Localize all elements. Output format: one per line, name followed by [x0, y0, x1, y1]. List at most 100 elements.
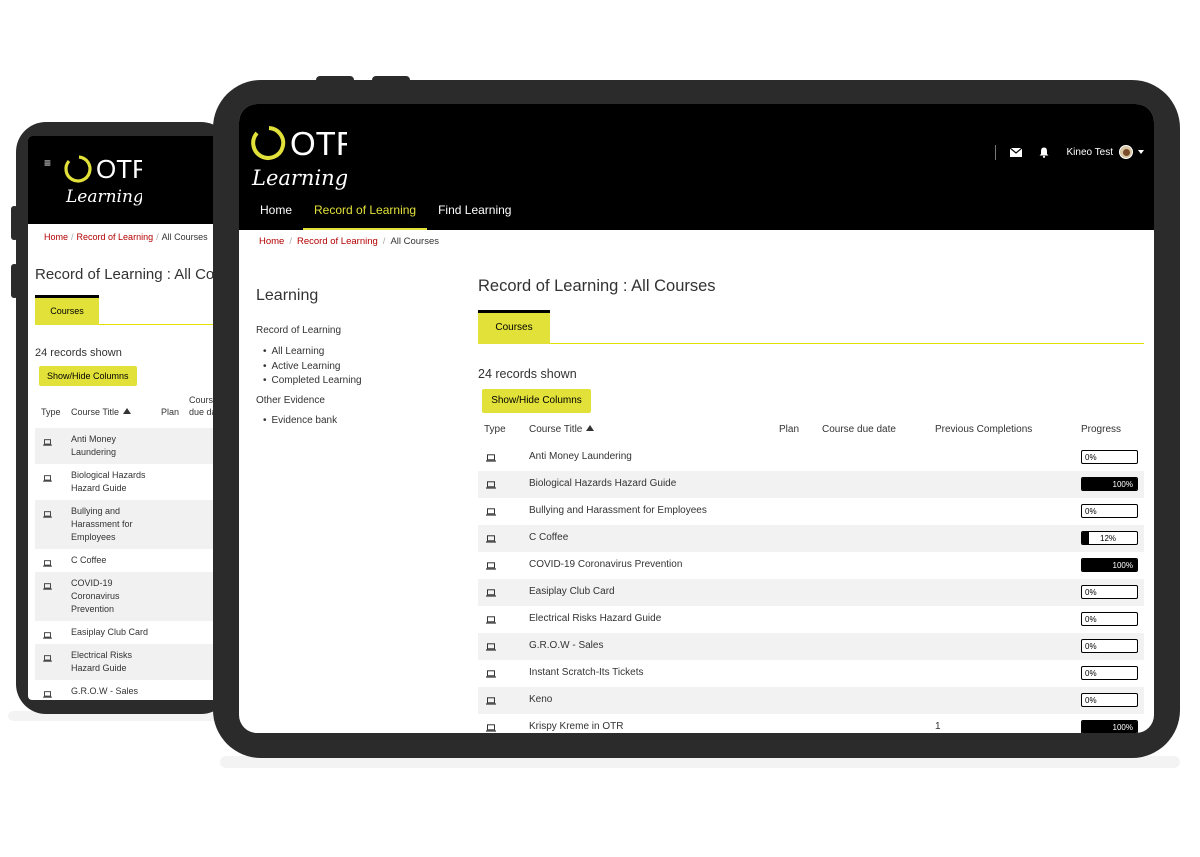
- progress-bar: 0%: [1081, 450, 1138, 464]
- breadcrumb-record-link[interactable]: Record of Learning: [77, 232, 154, 242]
- col-due-date[interactable]: Course: [189, 395, 214, 405]
- logo-ring-icon: [251, 126, 286, 160]
- table-row[interactable]: Electrical Risks Hazard Guide: [35, 644, 214, 680]
- progress-label: 0%: [1085, 453, 1097, 462]
- records-count: 24 records shown: [478, 367, 577, 381]
- laptop-icon: [43, 690, 52, 700]
- table-row[interactable]: COVID-19 Coronavirus Prevention 100%: [478, 552, 1144, 579]
- user-name[interactable]: Kineo Test: [1066, 147, 1113, 158]
- sidebar-section-other-evidence[interactable]: Other Evidence: [256, 395, 325, 406]
- phone-table-body: Anti Money Laundering Biological Hazards Ha…: [35, 428, 214, 700]
- course-title-link[interactable]: Krispy Kreme in OTR: [529, 721, 623, 732]
- table-row[interactable]: Krispy Kreme in OTR 1 100%: [478, 714, 1144, 733]
- course-title-link[interactable]: Electrical Risks Hazard Guide: [529, 613, 661, 624]
- course-title-link[interactable]: Electrical Risks Hazard Guide: [35, 644, 153, 680]
- avatar[interactable]: [1119, 145, 1133, 159]
- tab-courses[interactable]: Courses: [478, 310, 550, 344]
- course-title-link[interactable]: Bullying and Harassment for Employees: [529, 505, 707, 516]
- header-divider: [995, 144, 997, 160]
- site-header: OTR Learning Home Record of Learning Fin…: [239, 104, 1154, 230]
- envelope-icon[interactable]: [1010, 147, 1023, 157]
- course-title-link[interactable]: Easiplay Club Card: [529, 586, 615, 597]
- table-row[interactable]: Bullying and Harassment for Employees 0%: [478, 498, 1144, 525]
- table-row[interactable]: Biological Hazards Hazard Guide 100%: [478, 471, 1144, 498]
- sidebar-item-all-learning[interactable]: All Learning: [263, 346, 325, 357]
- tab-courses[interactable]: Courses: [35, 295, 99, 325]
- table-row[interactable]: Instant Scratch-Its Tickets 0%: [478, 660, 1144, 687]
- sidebar-section-record[interactable]: Record of Learning: [256, 325, 341, 336]
- course-title-link[interactable]: G.R.O.W - Sales: [529, 640, 603, 651]
- course-title-line: C Coffee: [71, 555, 107, 565]
- col-due-date[interactable]: Course due date: [822, 424, 896, 435]
- progress-label: 0%: [1085, 642, 1097, 651]
- nav-home[interactable]: Home: [249, 198, 303, 230]
- table-row[interactable]: COVID-19 Coronavirus Prevention: [35, 572, 214, 621]
- breadcrumb-record-link[interactable]: Record of Learning: [297, 236, 378, 247]
- sidebar-item-completed-learning[interactable]: Completed Learning: [263, 375, 362, 386]
- course-title-line: COVID-19: [71, 578, 113, 588]
- table-row[interactable]: Easiplay Club Card: [35, 621, 214, 644]
- course-title-link[interactable]: Biological Hazards Hazard Guide: [35, 464, 153, 500]
- logo-letters: OTR: [290, 125, 347, 162]
- phone-tabs: Courses: [35, 295, 214, 325]
- sidebar-item-active-learning[interactable]: Active Learning: [263, 361, 341, 372]
- col-course-title[interactable]: Course Title: [529, 424, 595, 435]
- table-row[interactable]: G.R.O.W - Sales: [35, 680, 214, 700]
- col-previous-completions[interactable]: Previous Completions: [935, 424, 1032, 435]
- logo-script: Learning: [65, 187, 142, 207]
- course-title-link[interactable]: Instant Scratch-Its Tickets: [529, 667, 643, 678]
- course-title-link[interactable]: C Coffee: [529, 532, 568, 543]
- course-title-line: Easiplay Club Card: [71, 627, 149, 637]
- table-row[interactable]: Easiplay Club Card 0%: [478, 579, 1144, 606]
- show-hide-columns-button[interactable]: Show/Hide Columns: [39, 366, 137, 386]
- course-title-link[interactable]: Keno: [529, 694, 552, 705]
- breadcrumb-home-link[interactable]: Home: [44, 232, 68, 242]
- col-plan[interactable]: Plan: [161, 407, 179, 417]
- course-title-link[interactable]: Anti Money Laundering: [529, 451, 632, 462]
- breadcrumb-home-link[interactable]: Home: [259, 236, 284, 247]
- course-title-link[interactable]: Easiplay Club Card: [35, 621, 153, 644]
- sidebar-item-evidence-bank[interactable]: Evidence bank: [263, 415, 338, 426]
- phone-breadcrumb: Home / Record of Learning / All Courses: [44, 232, 208, 242]
- col-progress[interactable]: Progress: [1081, 424, 1121, 435]
- course-title-link[interactable]: COVID-19 Coronavirus Prevention: [35, 572, 153, 621]
- course-title-link[interactable]: COVID-19 Coronavirus Prevention: [529, 559, 682, 570]
- nav-find-learning[interactable]: Find Learning: [427, 198, 522, 230]
- table-row[interactable]: G.R.O.W - Sales 0%: [478, 633, 1144, 660]
- site-logo[interactable]: OTR Learning: [247, 116, 360, 201]
- table-row[interactable]: Electrical Risks Hazard Guide 0%: [478, 606, 1144, 633]
- sort-asc-icon: [586, 425, 595, 431]
- col-type[interactable]: Type: [41, 407, 61, 417]
- phone-logo[interactable]: OTR Learning: [62, 148, 151, 215]
- course-title-link[interactable]: Biological Hazards Hazard Guide: [529, 478, 676, 489]
- table-row[interactable]: C Coffee 12%: [478, 525, 1144, 552]
- course-title-link[interactable]: Anti Money Laundering: [35, 428, 153, 464]
- table-row[interactable]: Anti Money Laundering: [35, 428, 214, 464]
- previous-completions: 1: [935, 721, 941, 732]
- hamburger-menu-icon[interactable]: ≡: [44, 156, 51, 170]
- table-row[interactable]: Anti Money Laundering 0%: [478, 444, 1144, 471]
- progress-label: 100%: [1112, 480, 1133, 489]
- progress-bar: 0%: [1081, 612, 1138, 626]
- laptop-icon: [43, 438, 52, 448]
- phone-page-title: Record of Learning : All Cou: [35, 266, 214, 283]
- table-row[interactable]: Keno 0%: [478, 687, 1144, 714]
- nav-record-of-learning[interactable]: Record of Learning: [303, 198, 428, 230]
- table-row[interactable]: C Coffee: [35, 549, 214, 572]
- caret-down-icon[interactable]: [1138, 150, 1144, 154]
- show-hide-columns-button[interactable]: Show/Hide Columns: [482, 389, 591, 413]
- course-title-link[interactable]: Bullying and Harassment for Employees: [35, 500, 153, 549]
- laptop-icon: [43, 474, 52, 484]
- progress-label: 0%: [1085, 669, 1097, 678]
- table-row[interactable]: Bullying and Harassment for Employees: [35, 500, 214, 549]
- col-plan[interactable]: Plan: [779, 424, 799, 435]
- laptop-icon: [43, 631, 52, 641]
- col-type[interactable]: Type: [484, 424, 506, 435]
- bell-icon[interactable]: [1039, 147, 1049, 158]
- col-course-title[interactable]: Course Title: [71, 407, 132, 417]
- course-title-link[interactable]: G.R.O.W - Sales: [35, 680, 153, 700]
- table-row[interactable]: Biological Hazards Hazard Guide: [35, 464, 214, 500]
- col-due-date-2[interactable]: due da: [189, 407, 214, 417]
- course-title-link[interactable]: C Coffee: [35, 549, 153, 572]
- laptop-icon: [486, 481, 496, 492]
